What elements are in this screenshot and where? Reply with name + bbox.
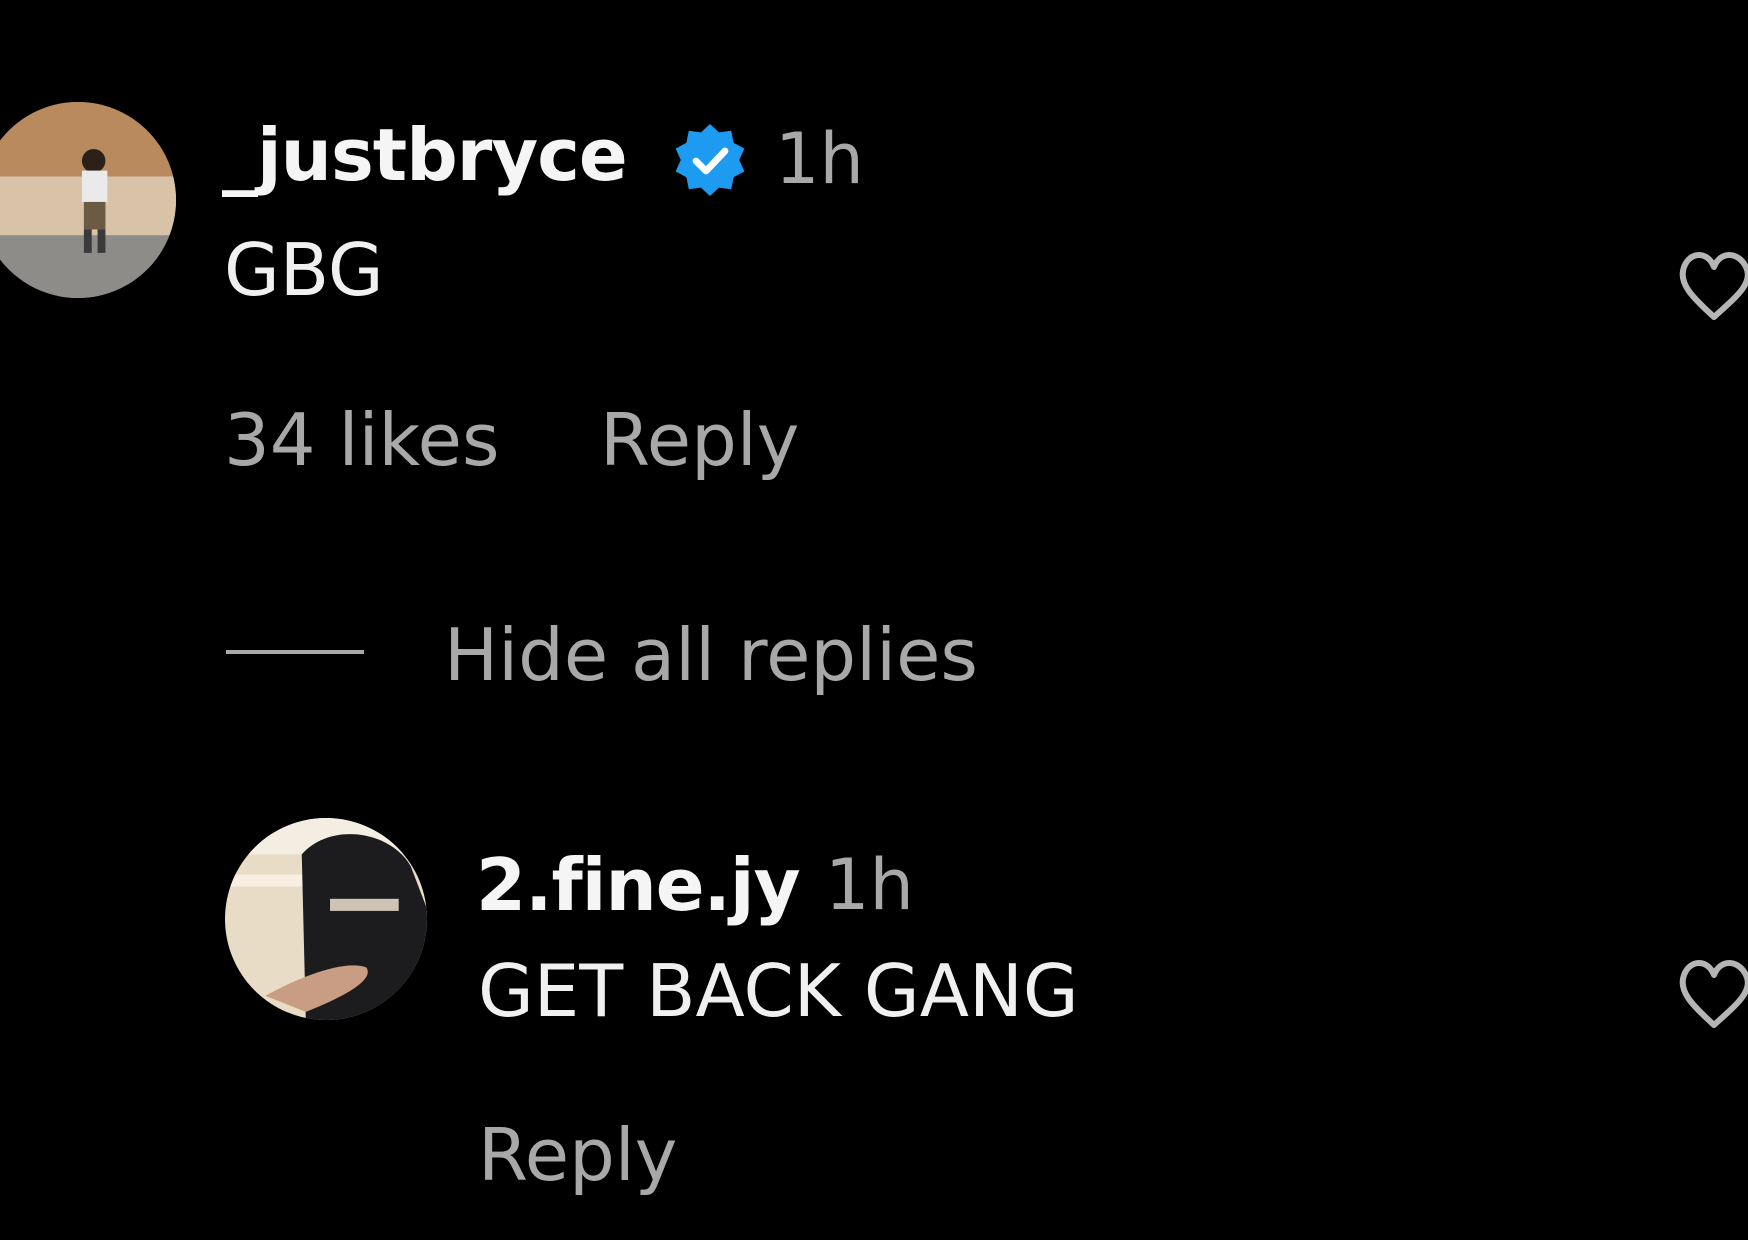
comment-time: 1h (775, 118, 864, 200)
replies-divider-line (226, 650, 364, 654)
comment-item: _justbryce 1h GBG 34 likes Reply (0, 90, 1748, 490)
comment-text: GBG (224, 228, 384, 312)
reply-avatar[interactable] (225, 818, 427, 1020)
comment-reply-button[interactable]: Reply (600, 395, 799, 485)
heart-outline-icon[interactable] (1678, 953, 1748, 1033)
comment-avatar[interactable] (0, 102, 176, 298)
verified-badge-icon (670, 120, 750, 200)
reply-text: GET BACK GANG (478, 949, 1079, 1033)
reply-reply-button[interactable]: Reply (478, 1110, 677, 1200)
hide-replies-toggle[interactable]: Hide all replies (222, 610, 1042, 700)
reply-time: 1h (825, 844, 914, 926)
comment-likes-count[interactable]: 34 likes (224, 395, 499, 485)
reply-item: 2.fine.jy 1h GET BACK GANG Reply (0, 810, 1748, 1230)
reply-username[interactable]: 2.fine.jy (476, 840, 801, 930)
hide-replies-label[interactable]: Hide all replies (444, 610, 978, 700)
comment-username[interactable]: _justbryce (222, 110, 628, 200)
heart-outline-icon[interactable] (1678, 245, 1748, 325)
